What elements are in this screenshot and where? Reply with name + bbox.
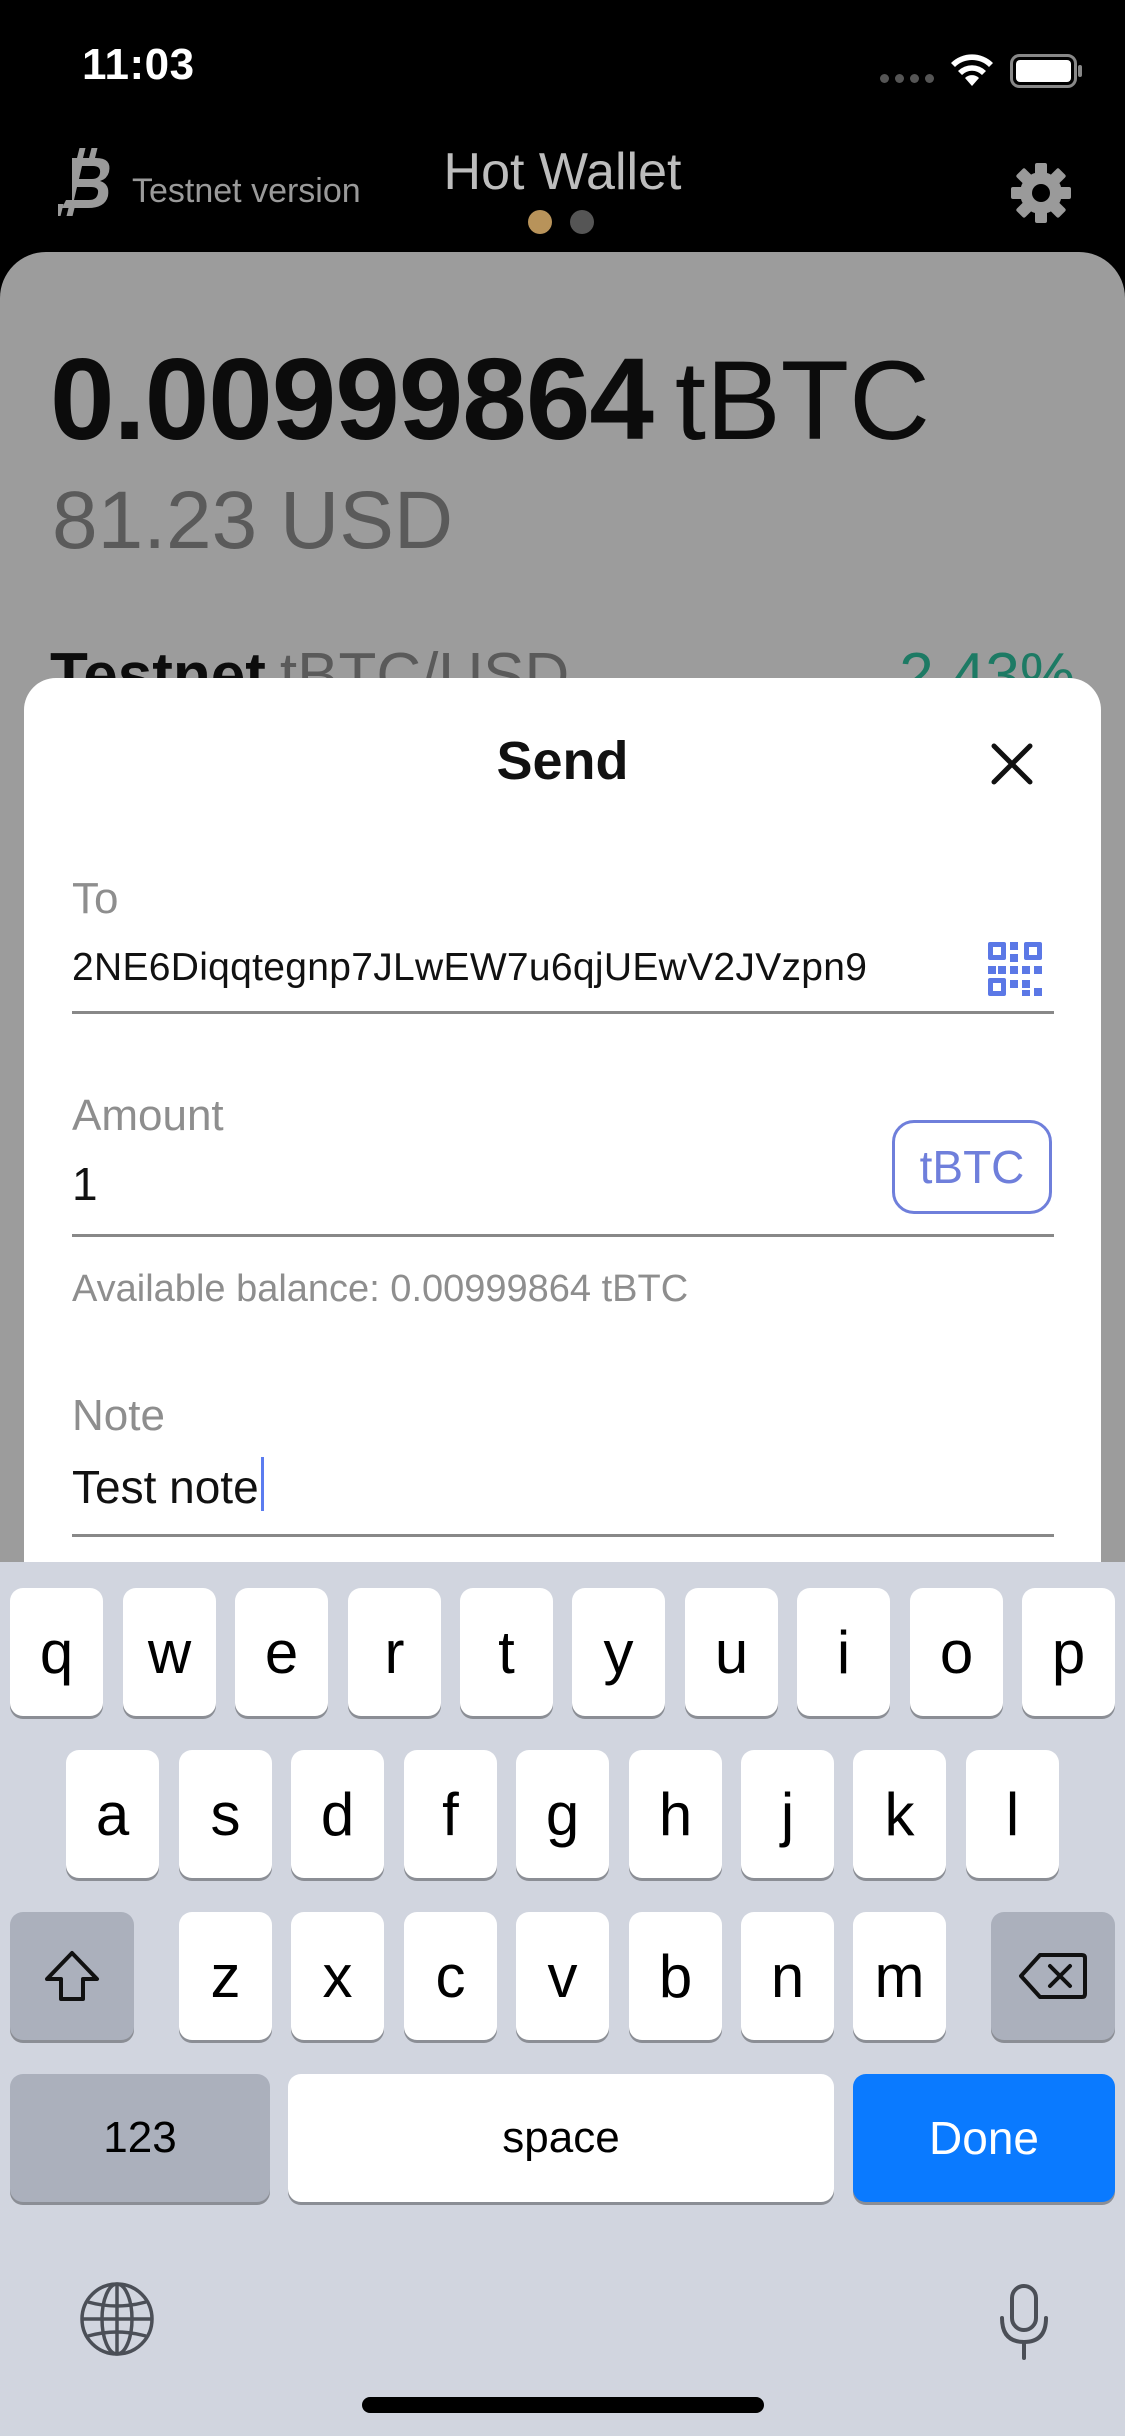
key-r[interactable]: r <box>348 1588 441 1716</box>
balance: 0.00999864 tBTC <box>50 332 930 466</box>
key-b[interactable]: b <box>629 1912 722 2040</box>
amount-label: Amount <box>72 1091 224 1140</box>
key-u[interactable]: u <box>685 1588 778 1716</box>
key-n[interactable]: n <box>741 1912 834 2040</box>
key-w[interactable]: w <box>123 1588 216 1716</box>
key-c[interactable]: c <box>404 1912 497 2040</box>
key-v[interactable]: v <box>516 1912 609 2040</box>
key-g[interactable]: g <box>516 1750 609 1878</box>
modal-title: Send <box>496 731 629 791</box>
balance-unit: tBTC <box>674 338 930 463</box>
key-l[interactable]: l <box>966 1750 1059 1878</box>
key-z[interactable]: z <box>179 1912 272 2040</box>
key-a[interactable]: a <box>66 1750 159 1878</box>
qr-code-icon[interactable] <box>986 940 1044 998</box>
note-label: Note <box>72 1391 165 1440</box>
key-d[interactable]: d <box>291 1750 384 1878</box>
available-balance: Available balance: 0.00999864 tBTC <box>72 1268 689 1310</box>
amount-input[interactable]: 1 <box>72 1157 98 1211</box>
key-s[interactable]: s <box>179 1750 272 1878</box>
key-m[interactable]: m <box>853 1912 946 2040</box>
wallet-title[interactable]: Hot Wallet <box>0 142 1125 202</box>
note-text: Test note <box>72 1461 259 1513</box>
key-i[interactable]: i <box>797 1588 890 1716</box>
globe-icon[interactable] <box>78 2280 156 2358</box>
to-address-input[interactable]: 2NE6Diqqtegnp7JLwEW7u6qjUEwV2JVzpn9 <box>72 946 867 990</box>
key-e[interactable]: e <box>235 1588 328 1716</box>
keyboard: q w e r t y u i o p a s d f g h j k l z … <box>0 1562 1125 2436</box>
key-o[interactable]: o <box>910 1588 1003 1716</box>
backspace-icon <box>1019 1953 1087 1999</box>
key-q[interactable]: q <box>10 1588 103 1716</box>
page-dot-active <box>528 210 552 234</box>
unit-toggle-button[interactable]: tBTC <box>892 1120 1052 1214</box>
key-p[interactable]: p <box>1022 1588 1115 1716</box>
battery-icon <box>1010 54 1082 88</box>
note-input[interactable]: Test note <box>72 1457 264 1514</box>
key-t[interactable]: t <box>460 1588 553 1716</box>
note-field[interactable]: Note Test note <box>72 1383 1054 1537</box>
close-icon[interactable] <box>984 736 1040 792</box>
text-cursor <box>260 1457 264 1511</box>
key-k[interactable]: k <box>853 1750 946 1878</box>
status-bar: 11:03 <box>0 0 1125 135</box>
wifi-icon <box>951 54 993 86</box>
status-time: 11:03 <box>82 40 195 89</box>
done-key[interactable]: Done <box>853 2074 1115 2202</box>
gear-icon[interactable] <box>1010 162 1072 224</box>
backspace-key[interactable] <box>991 1912 1115 2040</box>
shift-key[interactable] <box>10 1912 134 2040</box>
page-dot <box>570 210 594 234</box>
cellular-signal-icon <box>880 74 934 83</box>
balance-amount: 0.00999864 <box>50 334 654 464</box>
key-f[interactable]: f <box>404 1750 497 1878</box>
key-x[interactable]: x <box>291 1912 384 2040</box>
microphone-icon[interactable] <box>994 2282 1054 2362</box>
key-j[interactable]: j <box>741 1750 834 1878</box>
space-key[interactable]: space <box>288 2074 834 2202</box>
shift-icon <box>45 1951 99 2001</box>
key-y[interactable]: y <box>572 1588 665 1716</box>
to-label: To <box>72 874 119 923</box>
key-h[interactable]: h <box>629 1750 722 1878</box>
to-field[interactable]: To 2NE6Diqqtegnp7JLwEW7u6qjUEwV2JVzpn9 <box>72 868 1054 1014</box>
numbers-key[interactable]: 123 <box>10 2074 270 2202</box>
fiat-value: 81.23 USD <box>52 475 454 566</box>
page-indicator <box>528 210 594 234</box>
home-indicator <box>362 2397 764 2413</box>
